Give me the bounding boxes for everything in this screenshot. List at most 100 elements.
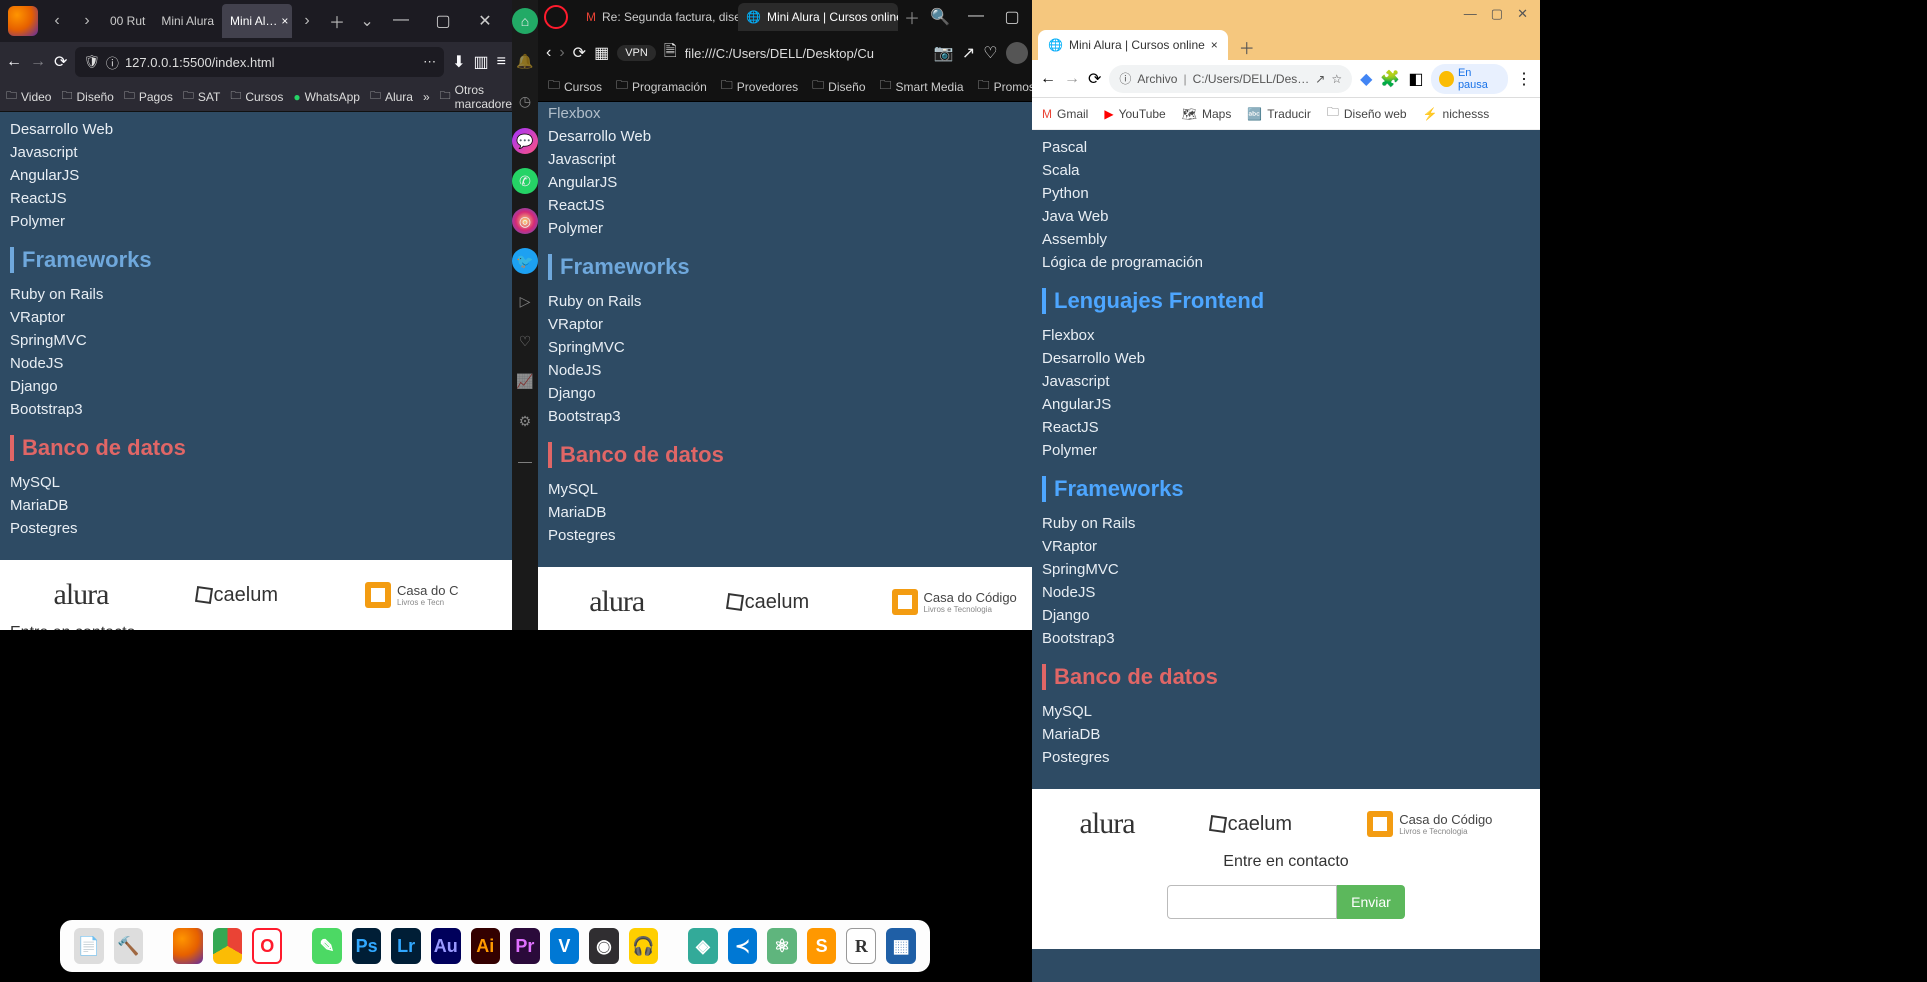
reload-icon[interactable]: ⟳ bbox=[54, 52, 67, 72]
list-item[interactable]: Django bbox=[10, 375, 502, 398]
list-item[interactable]: Ruby on Rails bbox=[1042, 512, 1530, 535]
logo-caelum[interactable]: caelum bbox=[196, 584, 278, 607]
bookmark-item[interactable]: 🗀Provedores bbox=[721, 76, 798, 97]
reload-icon[interactable]: ⟳ bbox=[573, 43, 586, 63]
bookmark-item[interactable]: ⚡nichesss bbox=[1423, 107, 1490, 121]
list-item[interactable]: MySQL bbox=[1042, 700, 1530, 723]
bookmark-item[interactable]: 🗀Cursos bbox=[548, 76, 602, 97]
bookmark-item[interactable]: 🗀Pagos bbox=[124, 87, 173, 106]
logo-alura[interactable]: alura bbox=[589, 585, 644, 619]
back-icon[interactable]: ← bbox=[6, 53, 22, 71]
list-item[interactable]: Bootstrap3 bbox=[548, 405, 1058, 428]
bookmark-item[interactable]: 🗀Programación bbox=[616, 76, 707, 97]
search-icon[interactable]: 🔍 bbox=[926, 7, 954, 27]
chrome-tab-active[interactable]: 🌐Mini Alura | Cursos online× bbox=[1038, 30, 1228, 60]
list-item[interactable]: MySQL bbox=[10, 471, 502, 494]
bookmark-item[interactable]: 🗀Diseño bbox=[812, 76, 865, 97]
bookmark-item[interactable]: 🔤Traducir bbox=[1247, 107, 1311, 121]
bookmark-item[interactable]: 🗀SAT bbox=[183, 87, 220, 106]
list-item[interactable]: SpringMVC bbox=[10, 329, 502, 352]
whatsapp-icon[interactable]: ✆ bbox=[512, 168, 538, 194]
list-item[interactable]: Lógica de programación bbox=[1042, 251, 1530, 274]
dock-app-obs-icon[interactable]: ◉ bbox=[589, 928, 619, 964]
list-item[interactable]: ReactJS bbox=[548, 194, 1058, 217]
list-item[interactable]: Django bbox=[548, 382, 1058, 405]
messenger-icon[interactable]: 💬 bbox=[512, 128, 538, 154]
sidepanel-icon[interactable]: ◧ bbox=[1408, 69, 1423, 89]
minimize-icon[interactable]: — bbox=[1464, 6, 1477, 22]
list-item[interactable]: Python bbox=[1042, 182, 1530, 205]
list-item[interactable]: SpringMVC bbox=[548, 336, 1058, 359]
forward-icon[interactable]: → bbox=[1064, 70, 1080, 88]
list-item[interactable]: SpringMVC bbox=[1042, 558, 1530, 581]
url-input[interactable]: ⓘ Archivo | C:/Users/DELL/Des… ↗ ☆ bbox=[1109, 65, 1352, 93]
send-button[interactable]: Enviar bbox=[1337, 885, 1405, 919]
list-item[interactable]: AngularJS bbox=[1042, 393, 1530, 416]
reload-icon[interactable]: ⟳ bbox=[1088, 69, 1101, 89]
bookmark-other[interactable]: 🗀Otros marcadores bbox=[440, 83, 518, 111]
logo-alura[interactable]: alura bbox=[54, 578, 109, 612]
list-item[interactable]: Desarrollo Web bbox=[10, 118, 502, 141]
new-tab-icon[interactable]: ＋ bbox=[904, 5, 920, 29]
share-icon[interactable]: ↗ bbox=[962, 43, 975, 63]
stats-icon[interactable]: 📈 bbox=[512, 368, 538, 394]
list-item[interactable]: MariaDB bbox=[1042, 723, 1530, 746]
maximize-icon[interactable]: ▢ bbox=[1491, 6, 1503, 22]
list-item[interactable]: Javascript bbox=[10, 141, 502, 164]
bookmark-item[interactable]: 🗀Alura bbox=[370, 87, 413, 106]
list-item[interactable]: Postegres bbox=[1042, 746, 1530, 769]
dock-app-illustrator-icon[interactable]: Ai bbox=[471, 928, 501, 964]
bookmark-item[interactable]: 🗀Diseño web bbox=[1327, 103, 1407, 124]
list-item[interactable]: Assembly bbox=[1042, 228, 1530, 251]
dock-app-atom-icon[interactable]: ⚛ bbox=[767, 928, 797, 964]
dock-app-audition-icon[interactable]: Au bbox=[431, 928, 461, 964]
dock-app-audacity-icon[interactable]: 🎧 bbox=[629, 928, 659, 964]
bookmark-item[interactable]: 🗀Smart Media bbox=[880, 76, 964, 97]
maximize-icon[interactable]: ▢ bbox=[998, 7, 1026, 27]
dock-app-vscode-icon[interactable]: ≺ bbox=[728, 928, 758, 964]
list-item[interactable]: Javascript bbox=[548, 148, 1058, 171]
menu-icon[interactable]: ⋮ bbox=[1516, 69, 1532, 89]
url-input[interactable]: 🛡 ⓘ 127.0.0.1:5500/index.html ⋯ bbox=[75, 47, 444, 77]
minimize-icon[interactable]: — bbox=[386, 11, 416, 31]
logo-casa-do-codigo[interactable]: Casa do CódigoLivros e Tecnologia bbox=[1367, 811, 1492, 837]
dock-app-visualstudio-icon[interactable]: V bbox=[550, 928, 580, 964]
bookmark-item[interactable]: MGmail bbox=[1042, 107, 1088, 121]
tab-list-icon[interactable]: ⌄ bbox=[352, 6, 382, 36]
logo-casa-do-codigo[interactable]: Casa do CódigoLivros e Tecnologia bbox=[892, 589, 1017, 615]
bookmark-item[interactable]: 🗺Maps bbox=[1182, 107, 1232, 121]
list-item[interactable]: Desarrollo Web bbox=[1042, 347, 1530, 370]
list-item[interactable]: Ruby on Rails bbox=[10, 283, 502, 306]
close-icon[interactable]: ✕ bbox=[1517, 6, 1528, 22]
list-item[interactable]: Javascript bbox=[1042, 370, 1530, 393]
heart-icon[interactable]: ♡ bbox=[512, 328, 538, 354]
list-item[interactable]: Polymer bbox=[1042, 439, 1530, 462]
twitter-icon[interactable]: 🐦 bbox=[512, 248, 538, 274]
vpn-badge[interactable]: VPN bbox=[617, 45, 656, 61]
collapse-icon[interactable]: — bbox=[512, 448, 538, 474]
dock-app-sublime-icon[interactable]: S bbox=[807, 928, 837, 964]
list-item[interactable]: VRaptor bbox=[1042, 535, 1530, 558]
url-text[interactable]: file:///C:/Users/DELL/Desktop/Cu bbox=[685, 46, 926, 61]
list-item[interactable]: Polymer bbox=[548, 217, 1058, 240]
list-item[interactable]: NodeJS bbox=[10, 352, 502, 375]
instagram-icon[interactable]: ◎ bbox=[512, 208, 538, 234]
bookmark-item[interactable]: ●WhatsApp bbox=[293, 90, 360, 104]
list-item[interactable]: Postegres bbox=[548, 524, 1058, 547]
opera-tab-active[interactable]: 🌐Mini Alura | Cursos online× bbox=[738, 3, 898, 31]
contact-input[interactable] bbox=[1167, 885, 1337, 919]
bell-icon[interactable]: 🔔 bbox=[512, 48, 538, 74]
firefox-tab-active[interactable]: Mini Al…× bbox=[222, 4, 292, 38]
profile-icon[interactable] bbox=[1006, 42, 1028, 64]
logo-alura[interactable]: alura bbox=[1080, 807, 1135, 841]
bookmark-item[interactable]: 🗀Promos bbox=[978, 76, 1035, 97]
list-item[interactable]: NodeJS bbox=[1042, 581, 1530, 604]
back-icon[interactable]: ← bbox=[1040, 70, 1056, 88]
meatball-icon[interactable]: ⋯ bbox=[423, 54, 436, 70]
player-icon[interactable]: ▷ bbox=[512, 288, 538, 314]
dock-app-lightroom-icon[interactable]: Lr bbox=[391, 928, 421, 964]
star-icon[interactable]: ☆ bbox=[1331, 72, 1342, 86]
share-icon[interactable]: ↗ bbox=[1315, 72, 1325, 86]
list-item[interactable]: VRaptor bbox=[10, 306, 502, 329]
list-item[interactable]: MySQL bbox=[548, 478, 1058, 501]
